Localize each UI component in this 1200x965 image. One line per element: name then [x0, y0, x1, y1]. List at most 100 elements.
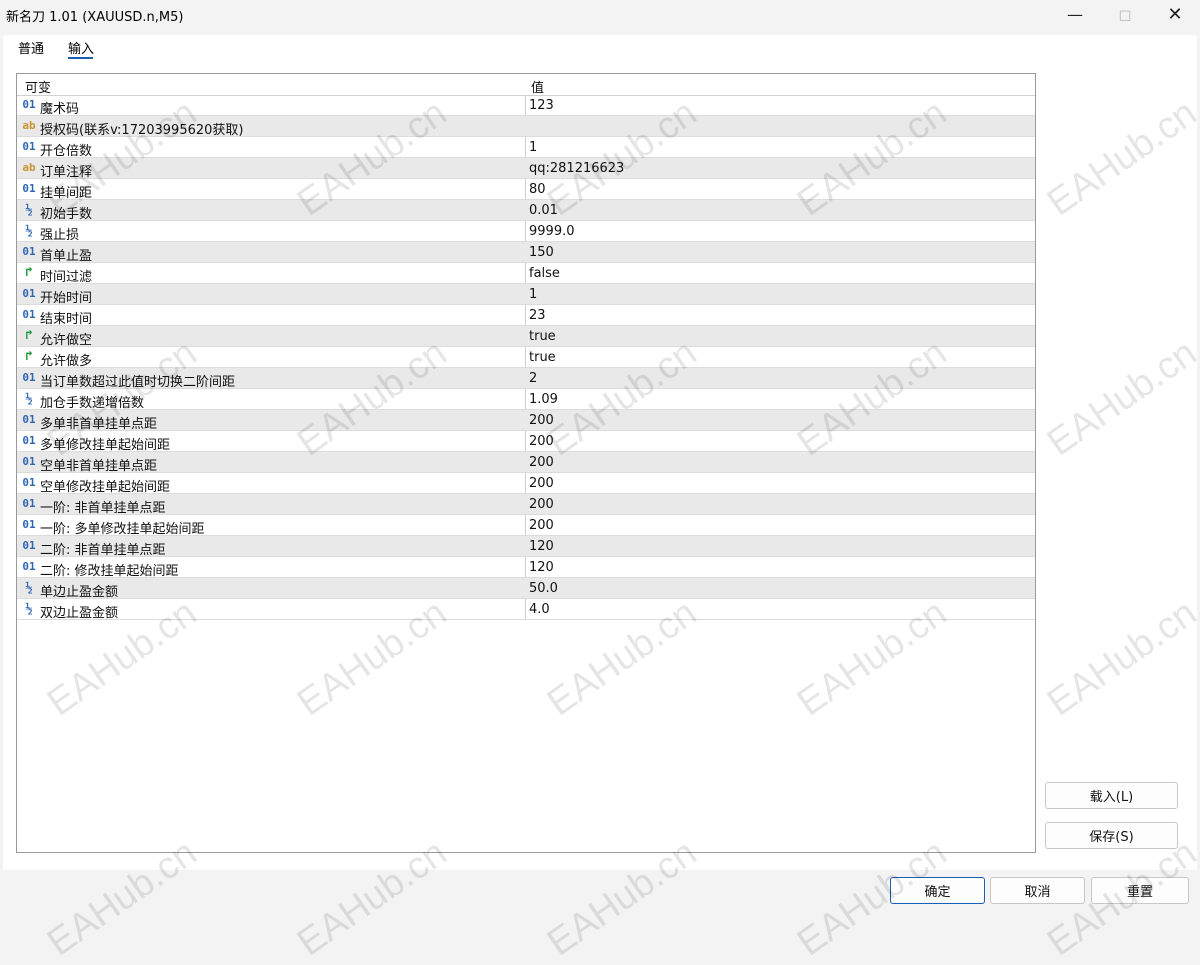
parameter-name: 多单非首单挂单点距 [40, 417, 158, 432]
parameter-name: 多单修改挂单起始间距 [40, 438, 171, 453]
table-row[interactable]: 01 当订单数超过此值时切换二阶间距 2 [17, 368, 1035, 390]
parameter-name: 挂单间距 [40, 186, 93, 201]
table-row[interactable]: 01 多单修改挂单起始间距 200 [17, 431, 1035, 453]
parameter-name: 开仓倍数 [40, 144, 93, 159]
parameter-value[interactable]: 9999.0 [529, 224, 575, 239]
parameter-name: 开始时间 [40, 291, 93, 306]
table-row[interactable]: ½ 强止损 9999.0 [17, 221, 1035, 243]
parameter-name: 授权码(联系v:17203995620获取) [40, 123, 244, 138]
type-int-icon: 01 [22, 371, 36, 384]
table-row[interactable]: 01 一阶: 非首单挂单点距 200 [17, 494, 1035, 516]
type-int-icon: 01 [22, 560, 36, 573]
parameter-name: 允许做空 [40, 333, 93, 348]
tab-inputs[interactable]: 输入 [68, 38, 94, 57]
type-int-icon: 01 [22, 182, 36, 195]
parameter-value[interactable]: 1 [529, 287, 537, 302]
table-row[interactable]: ab 授权码(联系v:17203995620获取) [17, 116, 1035, 138]
parameter-value[interactable]: 80 [529, 182, 546, 197]
table-row[interactable]: ↱ 允许做多 true [17, 347, 1035, 369]
table-row[interactable]: 01 空单修改挂单起始间距 200 [17, 473, 1035, 495]
type-int-icon: 01 [22, 434, 36, 447]
load-button[interactable]: 载入(L) [1045, 782, 1178, 809]
parameter-name: 一阶: 非首单挂单点距 [40, 501, 166, 516]
type-str-icon: ab [22, 119, 36, 132]
type-int-icon: 01 [22, 140, 36, 153]
type-int-icon: 01 [22, 455, 36, 468]
type-int-icon: 01 [22, 518, 36, 531]
table-row[interactable]: ½ 初始手数 0.01 [17, 200, 1035, 222]
table-row[interactable]: ↱ 时间过滤 false [17, 263, 1035, 285]
table-row[interactable]: 01 二阶: 非首单挂单点距 120 [17, 536, 1035, 558]
save-button[interactable]: 保存(S) [1045, 822, 1178, 849]
table-row[interactable]: ab 订单注释 qq:281216623 [17, 158, 1035, 180]
parameter-value[interactable]: 4.0 [529, 602, 550, 617]
window-title: 新名刀 1.01 (XAUUSD.n,M5) [6, 10, 184, 25]
ok-button[interactable]: 确定 [890, 877, 985, 904]
parameter-value[interactable]: false [529, 266, 560, 281]
table-row[interactable]: ½ 双边止盈金额 4.0 [17, 599, 1035, 621]
parameter-value[interactable]: 0.01 [529, 203, 558, 218]
parameter-value[interactable]: qq:281216623 [529, 161, 624, 176]
parameter-value[interactable]: 200 [529, 497, 554, 512]
table-row[interactable]: 01 二阶: 修改挂单起始间距 120 [17, 557, 1035, 579]
table-body: 01 魔术码 123 ab 授权码(联系v:17203995620获取) 01 开仓倍数 1 a… [17, 95, 1035, 621]
table-row[interactable]: 01 空单非首单挂单点距 200 [17, 452, 1035, 474]
type-bool-icon: ↱ [25, 328, 33, 343]
header-variable[interactable]: 可变 [25, 77, 51, 96]
maximize-icon[interactable]: ◻ [1100, 0, 1150, 28]
type-dbl-icon: ½ [25, 602, 33, 616]
table-row[interactable]: 01 魔术码 123 [17, 95, 1035, 117]
parameter-value[interactable]: 1.09 [529, 392, 558, 407]
type-int-icon: 01 [22, 497, 36, 510]
table-row[interactable]: ↱ 允许做空 true [17, 326, 1035, 348]
inputs-table: 可变 值 01 魔术码 123 ab 授权码(联系v:17203995620获取) 01 开… [16, 73, 1036, 853]
parameter-name: 强止损 [40, 228, 80, 243]
reset-button[interactable]: 重置 [1091, 877, 1189, 904]
parameter-name: 结束时间 [40, 312, 93, 327]
parameter-value[interactable]: 120 [529, 539, 554, 554]
table-row[interactable]: 01 开仓倍数 1 [17, 137, 1035, 159]
parameter-name: 二阶: 非首单挂单点距 [40, 543, 166, 558]
parameter-name: 时间过滤 [40, 270, 93, 285]
parameter-name: 当订单数超过此值时切换二阶间距 [40, 375, 236, 390]
parameter-name: 魔术码 [40, 102, 80, 117]
parameter-value[interactable]: 1 [529, 140, 537, 155]
header-value[interactable]: 值 [531, 77, 544, 96]
parameter-name: 订单注释 [40, 165, 93, 180]
parameter-name: 首单止盈 [40, 249, 93, 264]
parameter-value[interactable]: 200 [529, 413, 554, 428]
parameter-name: 双边止盈金额 [40, 606, 119, 621]
parameter-value[interactable]: true [529, 350, 556, 365]
minimize-icon[interactable]: — [1050, 0, 1100, 28]
table-row[interactable]: 01 挂单间距 80 [17, 179, 1035, 201]
table-row[interactable]: 01 结束时间 23 [17, 305, 1035, 327]
table-row[interactable]: 01 开始时间 1 [17, 284, 1035, 306]
table-row[interactable]: 01 一阶: 多单修改挂单起始间距 200 [17, 515, 1035, 537]
parameter-name: 加仓手数递增倍数 [40, 396, 145, 411]
table-row[interactable]: 01 首单止盈 150 [17, 242, 1035, 264]
parameter-value[interactable]: 120 [529, 560, 554, 575]
parameter-name: 初始手数 [40, 207, 93, 222]
parameter-value[interactable]: true [529, 329, 556, 344]
type-int-icon: 01 [22, 476, 36, 489]
table-header: 可变 值 [17, 74, 1035, 96]
parameter-value[interactable]: 2 [529, 371, 537, 386]
parameter-value[interactable]: 150 [529, 245, 554, 260]
parameter-value[interactable]: 50.0 [529, 581, 558, 596]
type-int-icon: 01 [22, 413, 36, 426]
table-row[interactable]: 01 多单非首单挂单点距 200 [17, 410, 1035, 432]
parameter-value[interactable]: 200 [529, 476, 554, 491]
table-row[interactable]: ½ 加仓手数递增倍数 1.09 [17, 389, 1035, 411]
parameter-value[interactable]: 200 [529, 455, 554, 470]
table-row[interactable]: ½ 单边止盈金额 50.0 [17, 578, 1035, 600]
parameter-value[interactable]: 123 [529, 98, 554, 113]
parameter-value[interactable]: 200 [529, 518, 554, 533]
cancel-button[interactable]: 取消 [990, 877, 1085, 904]
type-dbl-icon: ½ [25, 224, 33, 238]
tab-common[interactable]: 普通 [18, 38, 44, 57]
parameter-value[interactable]: 23 [529, 308, 546, 323]
close-icon[interactable]: ✕ [1150, 0, 1200, 28]
parameter-value[interactable]: 200 [529, 434, 554, 449]
active-tab-indicator [68, 57, 93, 59]
parameter-name: 单边止盈金额 [40, 585, 119, 600]
